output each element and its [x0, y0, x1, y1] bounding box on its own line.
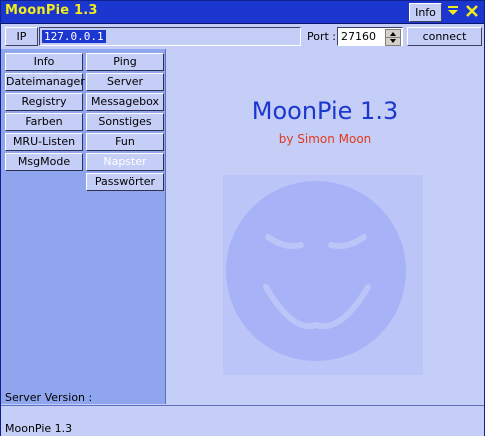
nav-messagebox-button[interactable]: Messagebox	[86, 93, 164, 111]
port-label: Port :	[307, 30, 337, 43]
server-version-label: Server Version :	[5, 391, 93, 404]
status-text: MoonPie 1.3	[5, 422, 73, 435]
connect-button[interactable]: connect	[407, 27, 482, 46]
arrow-down-icon[interactable]	[444, 2, 462, 20]
logo-area	[223, 175, 423, 375]
app-title: MoonPie 1.3	[251, 97, 399, 125]
info-button[interactable]: Info	[409, 3, 442, 22]
nav-server-button[interactable]: Server	[86, 73, 164, 91]
nav-passwoerter-button[interactable]: Passwörter	[86, 173, 164, 191]
nav-ping-button[interactable]: Ping	[86, 53, 164, 71]
spin-buttons[interactable]	[385, 29, 401, 46]
nav-sonstiges-button[interactable]: Sonstiges	[86, 113, 164, 131]
nav-farben-button[interactable]: Farben	[5, 113, 83, 131]
nav-registry-button[interactable]: Registry	[5, 93, 83, 111]
spin-arrows-icon	[386, 32, 400, 43]
status-bar: MoonPie 1.3	[1, 405, 484, 436]
ip-button[interactable]: IP	[5, 27, 38, 46]
connection-bar: IP 127.0.0.1 Port : 27160 connect	[1, 24, 484, 49]
nav-msgmode-button[interactable]: MsgMode	[5, 153, 83, 171]
ip-input[interactable]: 127.0.0.1	[39, 27, 301, 46]
smiley-face-icon	[226, 181, 406, 361]
nav-fun-button[interactable]: Fun	[86, 133, 164, 151]
ip-value: 127.0.0.1	[42, 30, 106, 43]
port-value: 27160	[341, 30, 376, 43]
nav-mru-listen-button[interactable]: MRU-Listen	[5, 133, 83, 151]
window-title: MoonPie 1.3	[5, 3, 98, 18]
port-spinner[interactable]: 27160	[337, 27, 403, 46]
nav-info-button[interactable]: Info	[5, 53, 83, 71]
app-author: by Simon Moon	[278, 132, 372, 146]
close-icon[interactable]	[463, 2, 481, 20]
nav-napster-button: Napster	[86, 153, 164, 171]
nav-dateimanager-button[interactable]: Dateimanager	[5, 73, 85, 91]
main-area: MoonPie 1.3 by Simon Moon	[166, 49, 484, 404]
title-bar[interactable]: MoonPie 1.3 Info	[1, 1, 484, 24]
app-window: MoonPie 1.3 Info IP 127.0.0.1 Port : 271…	[0, 0, 485, 436]
command-panel: Info Dateimanager Registry Farben MRU-Li…	[1, 49, 166, 404]
